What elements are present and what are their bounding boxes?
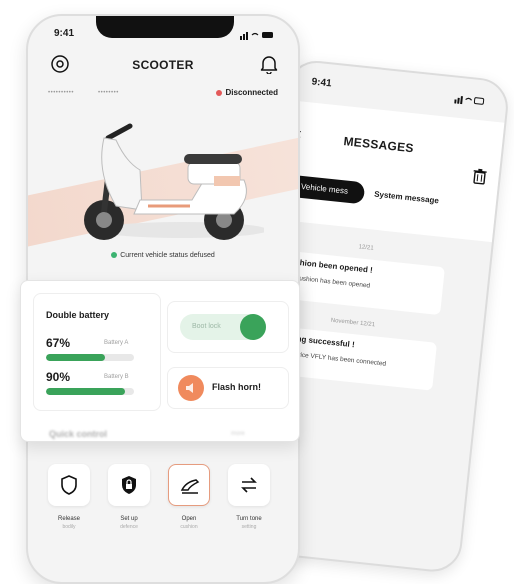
battery-a-fill <box>46 354 105 361</box>
quick-control-sub: setting <box>241 524 257 530</box>
control-panel: Double battery 67% Battery A 90% Battery… <box>20 280 300 442</box>
connection-status[interactable]: Disconnected <box>215 88 278 97</box>
speaker-icon <box>186 383 193 393</box>
quick-control-setup[interactable]: Set up defence <box>108 464 150 530</box>
power-toggle[interactable]: Boot lock <box>180 314 266 340</box>
battery-b-fill <box>46 388 126 395</box>
tab-system-messages[interactable]: System message <box>374 190 440 206</box>
quick-control-label: Turn tone <box>236 516 262 522</box>
quick-control-sub: bodily <box>62 524 76 530</box>
battery-b-bar <box>46 388 134 395</box>
bell-icon[interactable] <box>260 54 278 74</box>
quick-control-cushion[interactable]: Open cushion <box>168 464 210 530</box>
quick-control-label: Release <box>57 516 80 522</box>
page-title: SCOOTER <box>132 58 194 72</box>
status-bar: 9:41 <box>311 76 486 108</box>
battery-b-percent: 90% <box>46 370 71 384</box>
signal-wifi-battery-icon <box>240 32 273 40</box>
vehicle-id: •••••••••• <box>48 90 75 96</box>
phone-notch <box>96 16 234 38</box>
battery-a-label: Battery A <box>104 340 129 346</box>
vehicle-info: •••••••• <box>98 90 119 96</box>
status-dot-icon <box>215 89 222 96</box>
page-title: MESSAGES <box>342 134 415 156</box>
vehicle-status: Current vehicle status defused <box>28 252 298 259</box>
quick-control-sub: defence <box>120 524 138 530</box>
battery-a-percent: 67% <box>46 336 71 350</box>
status-time: 9:41 <box>311 76 333 90</box>
horn-icon <box>178 375 204 401</box>
battery-title: Double battery <box>46 310 110 320</box>
flash-horn-label: Flash horn! <box>212 382 261 392</box>
flash-horn-button[interactable]: Flash horn! <box>167 367 289 409</box>
lock-icon <box>122 476 136 494</box>
messages-header: ‹ MESSAGES Vehicle mess System message <box>275 99 505 243</box>
swap-icon <box>241 477 257 493</box>
quick-control-button[interactable] <box>108 464 150 506</box>
vehicle-status-label: Current vehicle status defused <box>120 252 215 259</box>
shield-icon <box>61 475 77 495</box>
quick-control-more[interactable]: more <box>231 431 245 437</box>
connection-status-label: Disconnected <box>225 88 278 97</box>
quick-control-release[interactable]: Release bodily <box>48 464 90 530</box>
battery-card: Double battery 67% Battery A 90% Battery… <box>33 293 161 411</box>
quick-control-button[interactable] <box>228 464 270 506</box>
quick-control-sub: cushion <box>180 524 198 530</box>
power-toggle-label: Boot lock <box>192 323 221 330</box>
scooter-image <box>84 123 264 240</box>
quick-control-button[interactable] <box>168 464 210 506</box>
battery-a-bar <box>46 354 134 361</box>
status-dot-icon <box>111 252 118 259</box>
quick-control-button[interactable] <box>48 464 90 506</box>
toggle-knob-icon <box>240 314 266 340</box>
power-toggle-card: Boot lock <box>167 301 289 353</box>
battery-b-label: Battery B <box>104 374 129 380</box>
trash-icon[interactable] <box>472 168 488 185</box>
quick-control-label: Open <box>181 516 197 522</box>
seat-icon <box>180 479 200 494</box>
status-time: 9:41 <box>54 28 75 39</box>
signal-wifi-battery-icon <box>454 96 485 105</box>
quick-control-label: Set up <box>120 516 138 522</box>
quick-control-tone[interactable]: Turn tone setting <box>228 464 270 530</box>
message-date: 12/21 <box>358 244 374 252</box>
quick-control-heading: Quick control <box>49 429 108 439</box>
message-date: November 12/21 <box>330 317 376 329</box>
